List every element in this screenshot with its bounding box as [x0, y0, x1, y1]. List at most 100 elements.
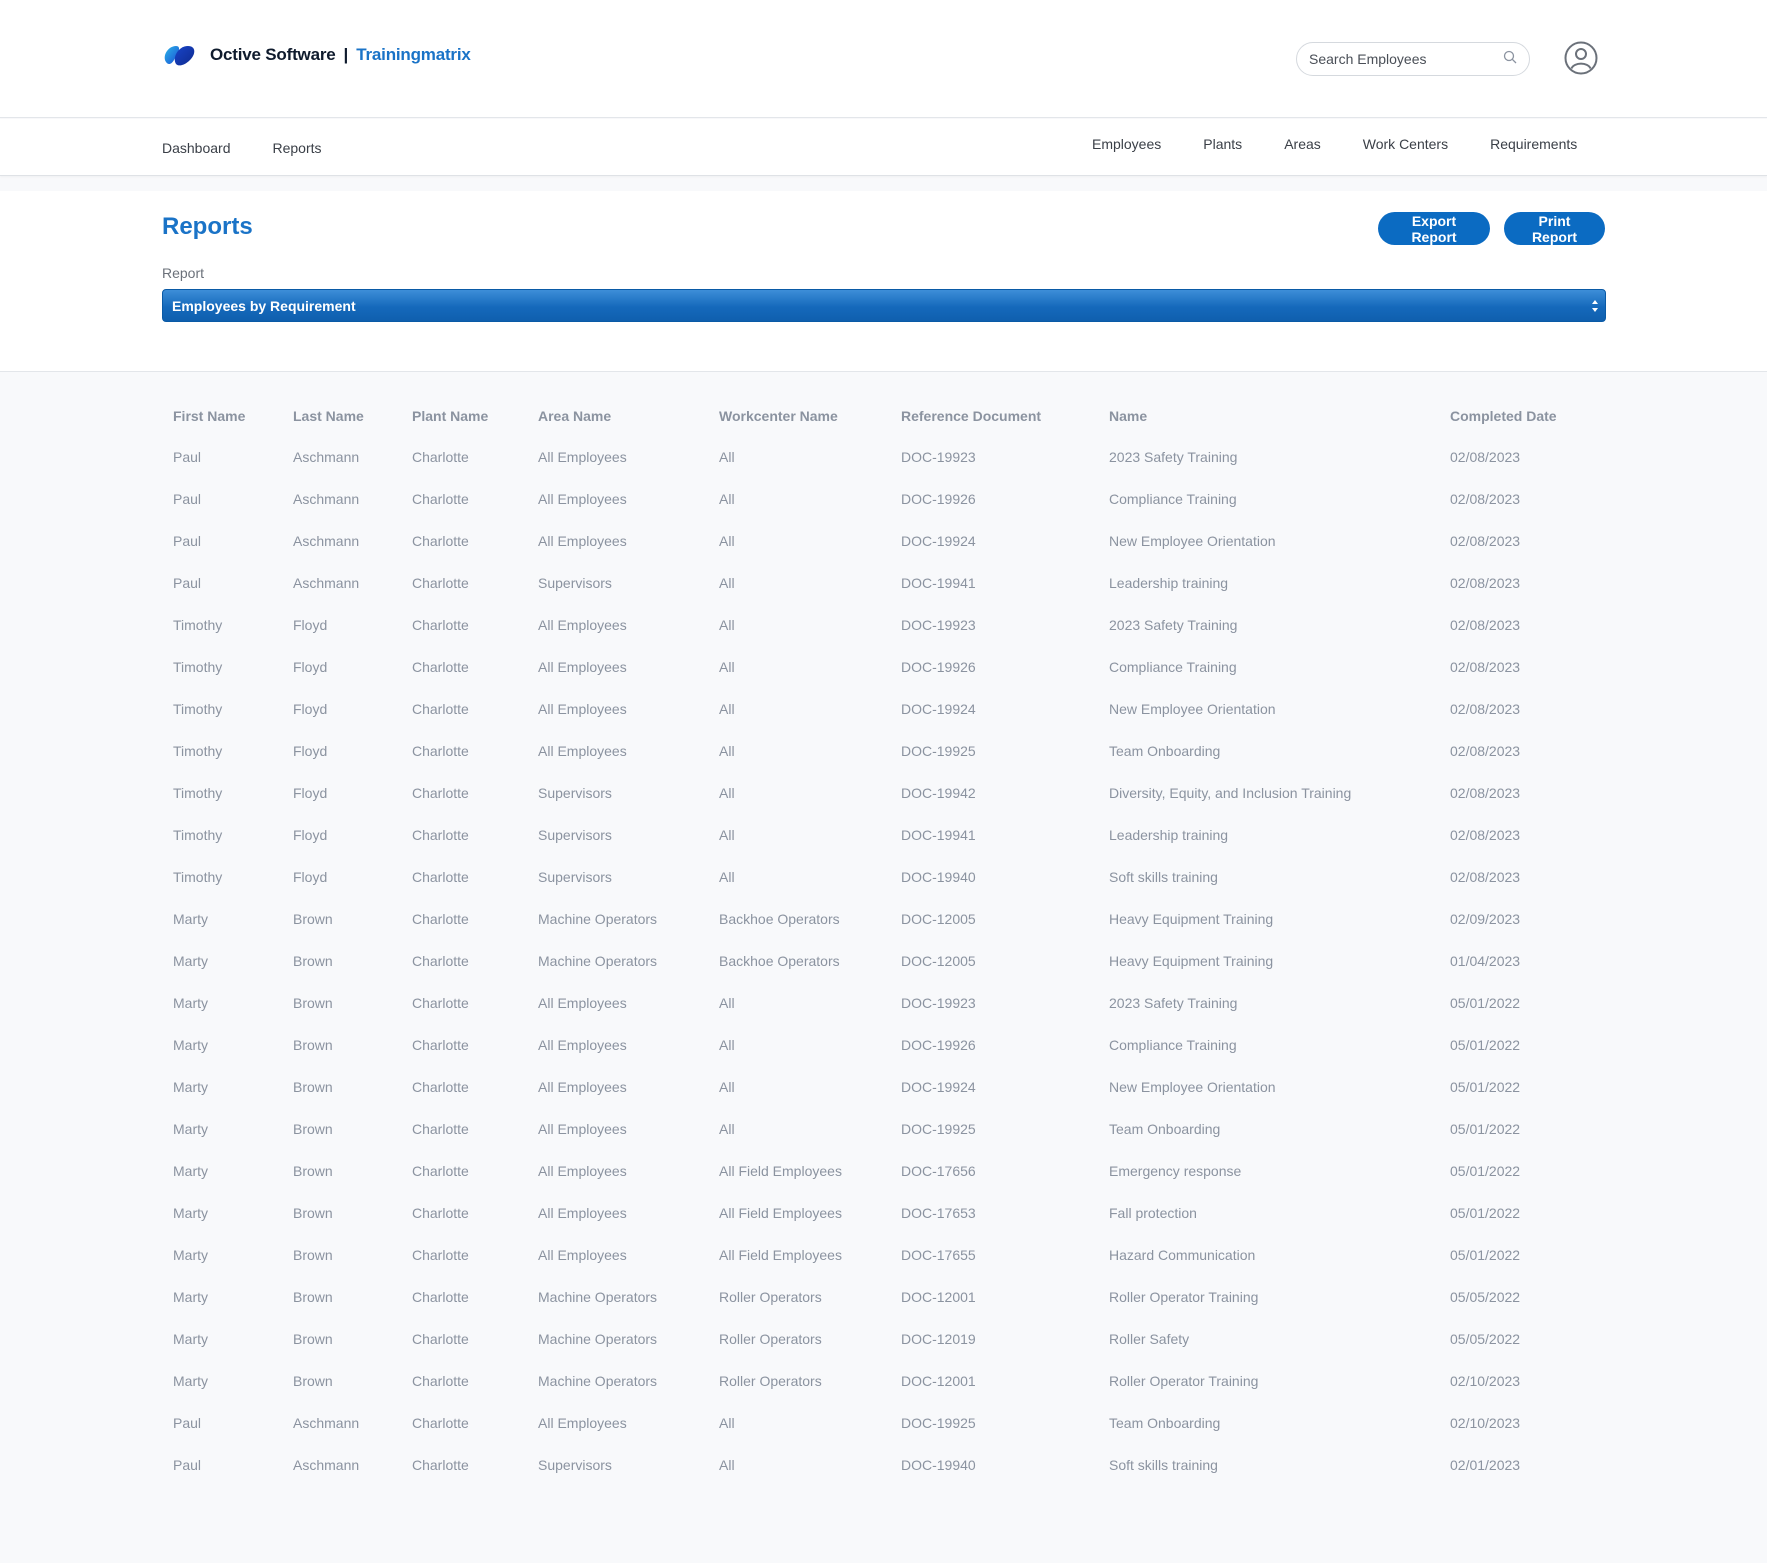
table-row[interactable]: Timothy Floyd Charlotte Supervisors All DOC-1…: [162, 856, 1606, 898]
table-cell: All: [719, 869, 735, 885]
table-row[interactable]: Marty Brown Charlotte Machine Operators Roll…: [162, 1276, 1606, 1318]
table-cell: Roller Operators: [719, 1289, 822, 1305]
table-cell: Marty: [173, 1163, 208, 1179]
print-report-button[interactable]: Print Report: [1504, 212, 1605, 245]
table-cell: 2023 Safety Training: [1109, 617, 1238, 633]
table-cell: DOC-19926: [901, 659, 976, 675]
nav-dashboard[interactable]: Dashboard: [162, 140, 231, 156]
table-cell: DOC-19923: [901, 617, 976, 633]
search-box: [1296, 42, 1530, 76]
table-row[interactable]: Timothy Floyd Charlotte All Employees All DOC…: [162, 604, 1606, 646]
nav-right-group: Employees Plants Areas Work Centers Requ…: [1092, 136, 1577, 152]
table-cell: Charlotte: [412, 1163, 469, 1179]
table-row[interactable]: Paul Aschmann Charlotte All Employees All DOC…: [162, 436, 1606, 478]
table-cell: Heavy Equipment Training: [1109, 953, 1274, 969]
search-icon[interactable]: [1503, 50, 1517, 69]
table-row[interactable]: Marty Brown Charlotte All Employees All DOC-1…: [162, 982, 1606, 1024]
table-cell: Marty: [173, 1289, 208, 1305]
table-cell: Charlotte: [412, 1121, 469, 1137]
table-row[interactable]: Marty Brown Charlotte All Employees All Fiel…: [162, 1192, 1606, 1234]
table-cell: Brown: [293, 911, 333, 927]
table-cell: Charlotte: [412, 701, 469, 717]
table-cell: Charlotte: [412, 1373, 469, 1389]
table-row[interactable]: Paul Aschmann Charlotte Supervisors All DOC-1…: [162, 562, 1606, 604]
column-header[interactable]: Area Name: [527, 395, 708, 436]
table-cell: Charlotte: [412, 575, 469, 591]
nav-plants[interactable]: Plants: [1203, 136, 1242, 152]
table-cell: All Employees: [538, 1415, 627, 1431]
table-row[interactable]: Paul Aschmann Charlotte All Employees All DOC…: [162, 1402, 1606, 1444]
table-cell: 05/01/2022: [1450, 1205, 1521, 1221]
table-cell: 02/08/2023: [1450, 743, 1521, 759]
brand-logo[interactable]: Octive Software | Trainingmatrix: [162, 42, 471, 68]
table-cell: DOC-19940: [901, 1457, 976, 1473]
search-input[interactable]: [1309, 51, 1503, 67]
column-header[interactable]: First Name: [162, 395, 282, 436]
table-cell: Charlotte: [412, 659, 469, 675]
user-avatar-icon[interactable]: [1564, 41, 1598, 75]
table-cell: Machine Operators: [538, 1289, 658, 1305]
table-cell: All: [719, 617, 735, 633]
nav-requirements[interactable]: Requirements: [1490, 136, 1577, 152]
table-cell: Leadership training: [1109, 575, 1229, 591]
table-cell: Compliance Training: [1109, 659, 1237, 675]
table-cell: Fall protection: [1109, 1205, 1197, 1221]
report-select[interactable]: Employees by Requirement: [162, 289, 1606, 322]
table-row[interactable]: Timothy Floyd Charlotte All Employees All DOC…: [162, 646, 1606, 688]
table-row[interactable]: Paul Aschmann Charlotte All Employees All DOC…: [162, 478, 1606, 520]
export-report-button[interactable]: Export Report: [1378, 212, 1490, 245]
table-cell: 05/01/2022: [1450, 1163, 1521, 1179]
column-header[interactable]: Plant Name: [401, 395, 527, 436]
nav-employees[interactable]: Employees: [1092, 136, 1161, 152]
page-title: Reports: [162, 213, 253, 240]
nav-work-centers[interactable]: Work Centers: [1363, 136, 1448, 152]
table-cell: Charlotte: [412, 869, 469, 885]
nav-left-group: Dashboard Reports: [162, 140, 322, 156]
table-cell: Team Onboarding: [1109, 1415, 1221, 1431]
column-header[interactable]: Last Name: [282, 395, 401, 436]
table-cell: Machine Operators: [538, 953, 658, 969]
table-row[interactable]: Paul Aschmann Charlotte Supervisors All DOC-1…: [162, 1444, 1606, 1486]
table-cell: All Employees: [538, 449, 627, 465]
table-cell: 02/08/2023: [1450, 491, 1521, 507]
table-cell: 05/01/2022: [1450, 1247, 1521, 1263]
table-row[interactable]: Marty Brown Charlotte All Employees All DOC-1…: [162, 1024, 1606, 1066]
table-cell: Paul: [173, 1457, 202, 1473]
table-cell: All: [719, 827, 735, 843]
table-header: First Name Last Name Plant Name Area Name Wo…: [162, 395, 1606, 436]
column-header[interactable]: Completed Date: [1439, 395, 1606, 436]
column-header[interactable]: Workcenter Name: [708, 395, 890, 436]
table-row[interactable]: Marty Brown Charlotte Machine Operators Back…: [162, 898, 1606, 940]
table-cell: Timothy: [173, 659, 223, 675]
table-row[interactable]: Timothy Floyd Charlotte Supervisors All DOC-1…: [162, 772, 1606, 814]
table-row[interactable]: Paul Aschmann Charlotte All Employees All DOC…: [162, 520, 1606, 562]
table-cell: Marty: [173, 1121, 208, 1137]
table-cell: Marty: [173, 1247, 208, 1263]
table-cell: Machine Operators: [538, 1331, 658, 1347]
table-cell: All Employees: [538, 659, 627, 675]
table-row[interactable]: Marty Brown Charlotte All Employees All DOC-1…: [162, 1066, 1606, 1108]
table-cell: Brown: [293, 1037, 333, 1053]
table-cell: Timothy: [173, 785, 223, 801]
table-row[interactable]: Marty Brown Charlotte Machine Operators Roll…: [162, 1360, 1606, 1402]
column-header[interactable]: Reference Document: [890, 395, 1098, 436]
table-row[interactable]: Timothy Floyd Charlotte All Employees All DOC…: [162, 688, 1606, 730]
table-cell: All: [719, 1079, 735, 1095]
table-row[interactable]: Timothy Floyd Charlotte Supervisors All DOC-1…: [162, 814, 1606, 856]
table-cell: Charlotte: [412, 533, 469, 549]
column-header[interactable]: Name: [1098, 395, 1439, 436]
table-row[interactable]: Marty Brown Charlotte All Employees All Fiel…: [162, 1234, 1606, 1276]
table-row[interactable]: Marty Brown Charlotte Machine Operators Back…: [162, 940, 1606, 982]
table-row[interactable]: Marty Brown Charlotte All Employees All Fiel…: [162, 1150, 1606, 1192]
table-cell: Brown: [293, 1079, 333, 1095]
table-cell: 2023 Safety Training: [1109, 995, 1238, 1011]
nav-reports[interactable]: Reports: [273, 140, 322, 156]
table-row[interactable]: Marty Brown Charlotte Machine Operators Roll…: [162, 1318, 1606, 1360]
table-cell: 05/01/2022: [1450, 1037, 1521, 1053]
table-cell: DOC-19940: [901, 869, 976, 885]
table-row[interactable]: Marty Brown Charlotte All Employees All DOC-1…: [162, 1108, 1606, 1150]
nav-areas[interactable]: Areas: [1284, 136, 1321, 152]
table-cell: Supervisors: [538, 785, 612, 801]
table-cell: Paul: [173, 491, 202, 507]
table-row[interactable]: Timothy Floyd Charlotte All Employees All DOC…: [162, 730, 1606, 772]
